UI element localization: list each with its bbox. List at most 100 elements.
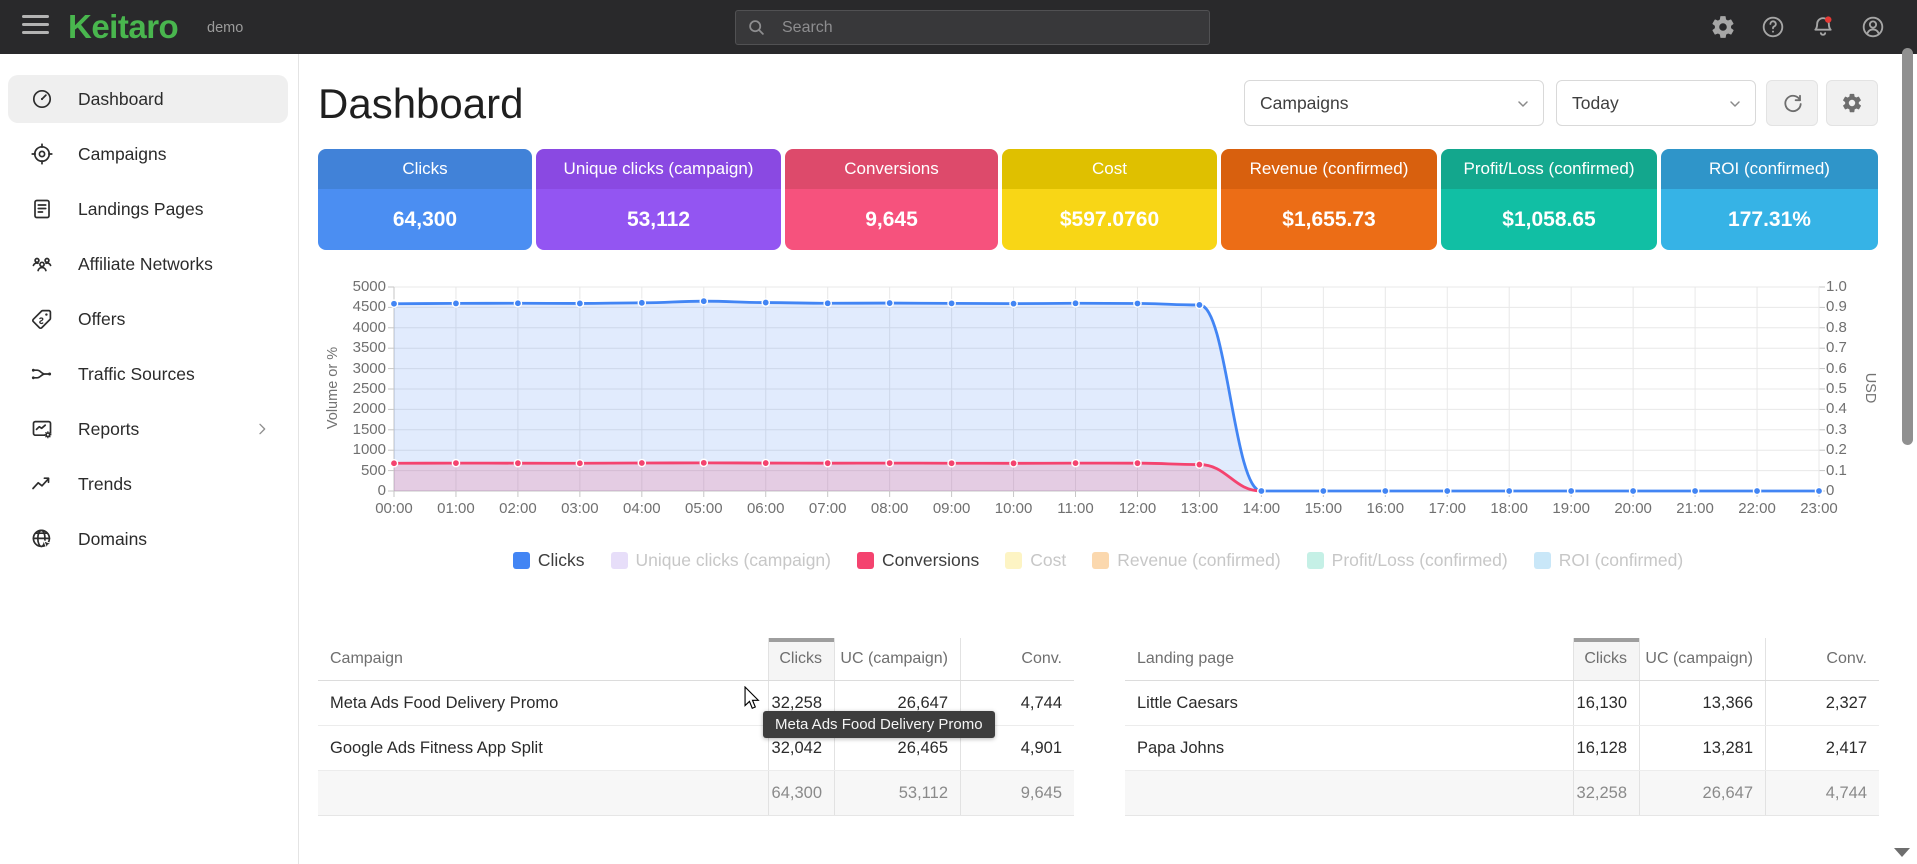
y-axis-right-tick: 0.5 <box>1826 380 1866 397</box>
total-cell: 32,258 <box>1573 771 1639 815</box>
column-header-conv[interactable]: Conv. <box>1765 638 1879 680</box>
domains-icon <box>30 527 54 551</box>
refresh-button[interactable] <box>1766 80 1818 126</box>
table-totals-row: 32,25826,6474,744 <box>1125 771 1879 816</box>
menu-toggle-button[interactable] <box>22 15 49 39</box>
table-row[interactable]: Little Caesars16,13013,3662,327 <box>1125 681 1879 726</box>
stat-card-label: Clicks <box>402 159 447 179</box>
legend-swatch <box>1092 552 1109 569</box>
stat-card-value: 64,300 <box>393 208 457 232</box>
search-box <box>735 10 1210 45</box>
sidebar-item-landings-pages[interactable]: Landings Pages <box>8 185 288 233</box>
scroll-down-arrow[interactable] <box>1894 848 1910 857</box>
legend-item-cost[interactable]: Cost <box>1005 550 1066 571</box>
chevron-right-icon <box>254 421 270 437</box>
sidebar-item-traffic-sources[interactable]: Traffic Sources <box>8 350 288 398</box>
row-value-cell: 2,327 <box>1765 681 1879 725</box>
y-axis-right-tick: 0.8 <box>1826 319 1866 336</box>
sidebar-item-label: Campaigns <box>78 144 167 165</box>
x-axis-tick: 21:00 <box>1663 500 1727 517</box>
legend-label: Clicks <box>538 550 585 571</box>
period-select[interactable]: Today <box>1556 80 1756 126</box>
sort-indicator <box>1574 638 1639 642</box>
column-header-conv[interactable]: Conv. <box>960 638 1074 680</box>
legend-swatch <box>1005 552 1022 569</box>
column-header-clicks[interactable]: Clicks <box>768 638 834 680</box>
mouse-cursor <box>741 686 763 710</box>
x-axis-tick: 04:00 <box>610 500 674 517</box>
column-header-campaign[interactable]: Campaign <box>318 638 768 680</box>
legend-label: Revenue (confirmed) <box>1117 550 1280 571</box>
account-icon[interactable] <box>1860 14 1886 40</box>
column-header-uc-campaign[interactable]: UC (campaign) <box>834 638 960 680</box>
legend-item-conversions[interactable]: Conversions <box>857 550 979 571</box>
stat-card-label: ROI (confirmed) <box>1709 159 1830 179</box>
help-icon[interactable] <box>1760 14 1786 40</box>
chevron-down-icon <box>1515 96 1531 112</box>
stat-card-label: Conversions <box>844 159 939 179</box>
sort-indicator <box>769 638 834 642</box>
traffic-icon <box>30 362 54 386</box>
y-axis-right-tick: 0.3 <box>1826 421 1866 438</box>
row-value-cell: 2,417 <box>1765 726 1879 770</box>
legend-label: Unique clicks (campaign) <box>636 550 832 571</box>
row-value-cell: 16,128 <box>1573 726 1639 770</box>
x-axis-tick: 06:00 <box>734 500 798 517</box>
stat-card-label: Profit/Loss (confirmed) <box>1464 159 1635 179</box>
sidebar-item-offers[interactable]: Offers <box>8 295 288 343</box>
chart-legend: Clicks Unique clicks (campaign) Conversion… <box>318 550 1878 571</box>
y-axis-right-tick: 0.7 <box>1826 339 1866 356</box>
total-cell: 53,112 <box>834 771 960 815</box>
grouping-select-value: Campaigns <box>1260 93 1349 114</box>
legend-item-roi-confirmed[interactable]: ROI (confirmed) <box>1534 550 1683 571</box>
sidebar-item-trends[interactable]: Trends <box>8 460 288 508</box>
dashboard-icon <box>30 87 54 111</box>
row-name-cell: Little Caesars <box>1125 681 1573 725</box>
y-axis-right-tick: 0.4 <box>1826 400 1866 417</box>
sidebar-item-label: Landings Pages <box>78 199 204 220</box>
column-header-landing-page[interactable]: Landing page <box>1125 638 1573 680</box>
table-row[interactable]: Papa Johns16,12813,2812,417 <box>1125 726 1879 771</box>
sidebar-item-reports[interactable]: Reports <box>8 405 288 453</box>
sidebar-item-label: Traffic Sources <box>78 364 195 385</box>
legend-item-profit-loss-confirmed[interactable]: Profit/Loss (confirmed) <box>1307 550 1508 571</box>
sidebar-item-affiliate-networks[interactable]: Affiliate Networks <box>8 240 288 288</box>
column-header-uc-campaign[interactable]: UC (campaign) <box>1639 638 1765 680</box>
period-select-value: Today <box>1572 93 1619 114</box>
grouping-select[interactable]: Campaigns <box>1244 80 1544 126</box>
sidebar-item-domains[interactable]: Domains <box>8 515 288 563</box>
x-axis-tick: 01:00 <box>424 500 488 517</box>
campaigns-icon <box>30 142 54 166</box>
x-axis-tick: 22:00 <box>1725 500 1789 517</box>
dashboard-settings-button[interactable] <box>1826 80 1878 126</box>
legend-item-clicks[interactable]: Clicks <box>513 550 585 571</box>
stat-card-cost: Cost$597.0760 <box>1002 149 1217 250</box>
page-title: Dashboard <box>318 80 523 128</box>
total-cell: 64,300 <box>768 771 834 815</box>
sidebar-item-dashboard[interactable]: Dashboard <box>8 75 288 123</box>
notification-dot <box>1825 16 1832 23</box>
chevron-down-icon <box>1727 96 1743 112</box>
column-header-clicks[interactable]: Clicks <box>1573 638 1639 680</box>
legend-item-unique-clicks-campaign[interactable]: Unique clicks (campaign) <box>611 550 832 571</box>
search-input[interactable] <box>780 11 1194 44</box>
stat-card-value: 177.31% <box>1728 208 1811 232</box>
sidebar: Dashboard Campaigns Landings Pages Affiliat… <box>0 54 299 864</box>
scrollbar-thumb[interactable] <box>1902 48 1913 445</box>
stat-card-profit-loss-confirmed: Profit/Loss (confirmed)$1,058.65 <box>1441 149 1657 250</box>
sidebar-item-campaigns[interactable]: Campaigns <box>8 130 288 178</box>
row-tooltip: Meta Ads Food Delivery Promo <box>763 711 995 738</box>
legend-item-revenue-confirmed[interactable]: Revenue (confirmed) <box>1092 550 1280 571</box>
stat-card-value: 9,645 <box>865 208 918 232</box>
x-axis-tick: 11:00 <box>1044 500 1108 517</box>
app-logo: Keitaro <box>68 8 178 46</box>
notifications-bell-icon[interactable] <box>1810 14 1836 40</box>
legend-swatch <box>611 552 628 569</box>
x-axis-tick: 23:00 <box>1787 500 1851 517</box>
settings-gear-icon[interactable] <box>1710 14 1736 40</box>
x-axis-tick: 14:00 <box>1229 500 1293 517</box>
stat-card-conversions: Conversions 9,645 <box>785 149 998 250</box>
x-axis-tick: 20:00 <box>1601 500 1665 517</box>
x-axis-tick: 17:00 <box>1415 500 1479 517</box>
x-axis-tick: 02:00 <box>486 500 550 517</box>
